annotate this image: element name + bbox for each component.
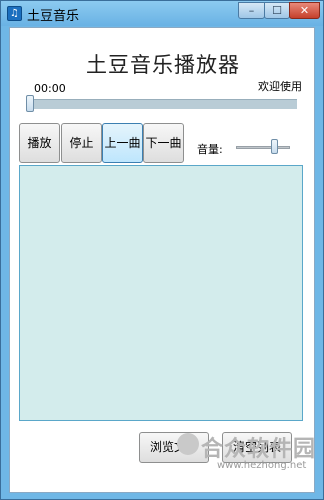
volume-slider-thumb[interactable] [271, 139, 279, 154]
progress-slider-thumb[interactable] [26, 95, 34, 112]
play-button[interactable]: 播放 [19, 123, 60, 163]
watermark: 合众软件园 www.hezhong.net [177, 431, 317, 493]
welcome-label: 欢迎使用 [258, 80, 302, 93]
progress-slider-track[interactable] [27, 99, 297, 109]
volume-label: 音量: [197, 143, 223, 156]
window-title: 土豆音乐 [27, 9, 80, 24]
playlist-box[interactable] [19, 165, 303, 421]
next-track-button[interactable]: 下一曲 [143, 123, 184, 163]
music-note-icon: ♫ [7, 6, 22, 21]
minimize-button[interactable]: – [238, 2, 265, 19]
previous-track-button[interactable]: 上一曲 [102, 123, 143, 163]
stop-button[interactable]: 停止 [61, 123, 102, 163]
watermark-name: 合众软件园 [201, 437, 317, 462]
watermark-url: www.hezhong.net [217, 460, 307, 471]
volume-slider-track[interactable] [236, 146, 290, 149]
time-label: 00:00 [34, 82, 66, 95]
maximize-button[interactable]: ☐ [264, 2, 290, 19]
watermark-logo-icon [177, 433, 199, 455]
app-window: ♫ 土豆音乐 – ☐ ✕ 土豆音乐播放器 00:00 欢迎使用 播放 停止 上一… [0, 0, 324, 500]
app-title: 土豆音乐播放器 [86, 53, 240, 77]
close-button[interactable]: ✕ [289, 2, 320, 19]
main-panel: 土豆音乐播放器 00:00 欢迎使用 播放 停止 上一曲 下一曲 音量: 浏览文… [9, 27, 315, 493]
title-bar[interactable]: ♫ 土豆音乐 – ☐ ✕ [1, 1, 323, 26]
